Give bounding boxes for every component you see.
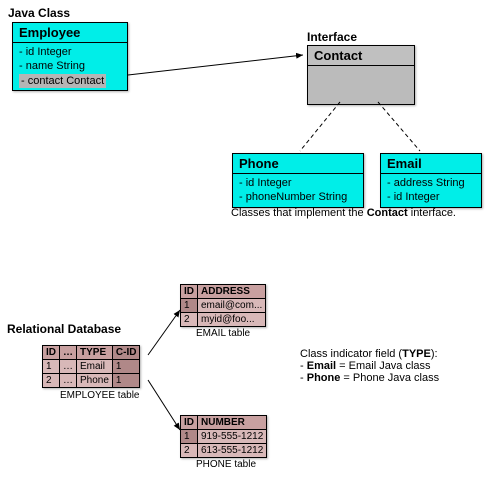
phone-table: IDNUMBER 1919-555-1212 2613-555-1212: [180, 415, 267, 458]
attr: - id Integer: [19, 45, 121, 59]
implements-note: Classes that implement the Contact inter…: [231, 207, 456, 219]
attr: - id Integer: [239, 176, 357, 190]
attr: - id Integer: [387, 190, 475, 204]
class-body: - id Integer - name String - contact Con…: [13, 43, 127, 90]
attr: - phoneNumber String: [239, 190, 357, 204]
interface-contact: Contact: [307, 45, 415, 105]
attr: - name String: [19, 59, 121, 73]
email-table-caption: EMAIL table: [196, 328, 250, 339]
java-class-label: Java Class: [8, 6, 70, 20]
interface-label: Interface: [307, 30, 357, 44]
employee-table-caption: EMPLOYEE table: [60, 390, 139, 401]
class-body: - address String - id Integer: [381, 174, 481, 207]
class-title: Phone: [233, 154, 363, 174]
class-body: - id Integer - phoneNumber String: [233, 174, 363, 207]
attr: - contact Contact: [19, 74, 121, 88]
attr: - address String: [387, 176, 475, 190]
phone-table-caption: PHONE table: [196, 459, 256, 470]
email-table: IDADDRESS 1email@com... 2myid@foo...: [180, 284, 266, 327]
relational-db-label: Relational Database: [7, 322, 121, 336]
class-employee: Employee - id Integer - name String - co…: [12, 22, 128, 91]
class-title: Contact: [308, 46, 414, 66]
class-email: Email - address String - id Integer: [380, 153, 482, 208]
class-title: Email: [381, 154, 481, 174]
class-body: [308, 66, 414, 104]
indicator-note: Class indicator field (TYPE): - Email = …: [300, 348, 439, 384]
employee-table: ID…TYPEC-ID 1…Email1 2…Phone1: [42, 345, 140, 388]
class-title: Employee: [13, 23, 127, 43]
class-phone: Phone - id Integer - phoneNumber String: [232, 153, 364, 208]
